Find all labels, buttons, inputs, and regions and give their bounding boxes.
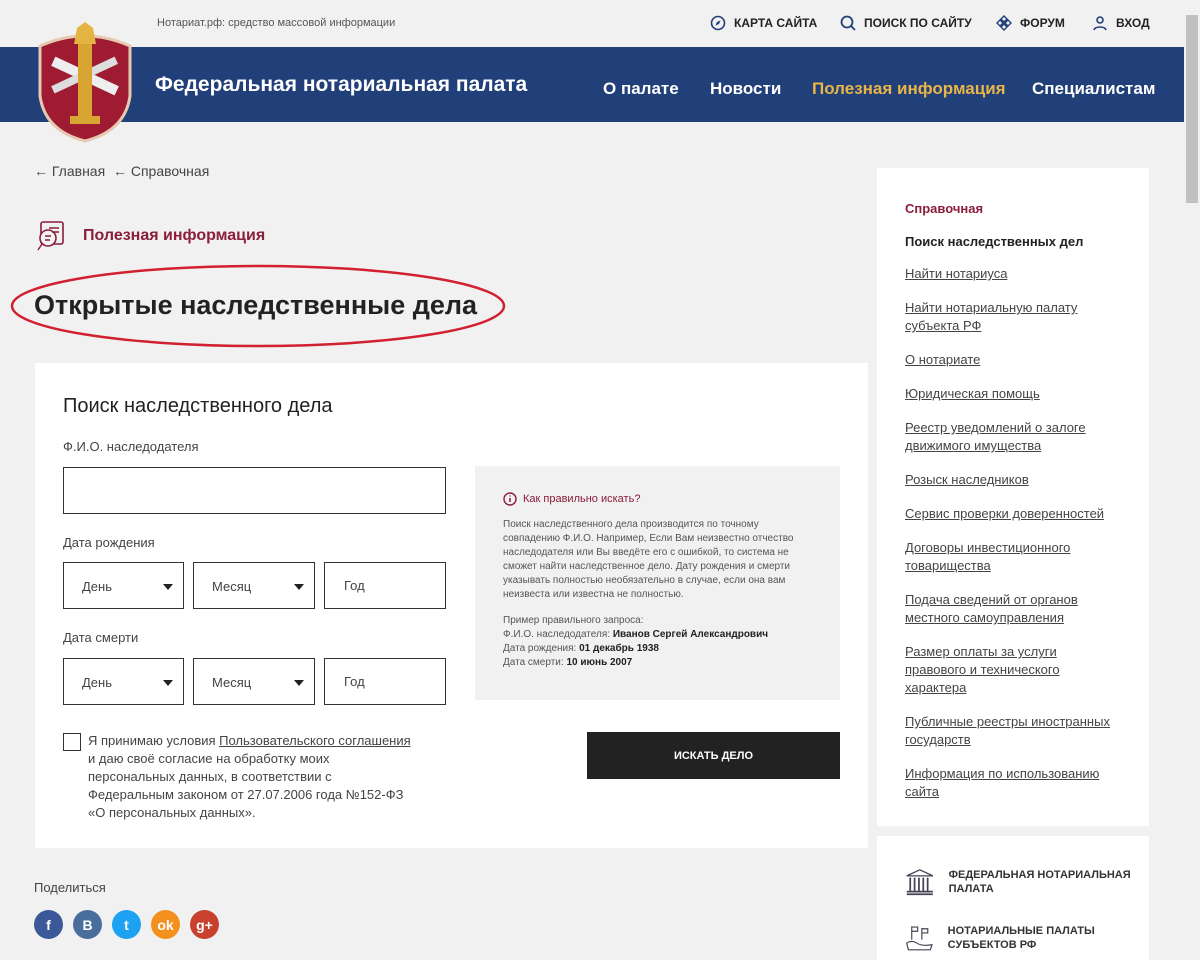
sidebar-heading[interactable]: Справочная — [905, 201, 1121, 216]
sidebar-link[interactable]: Розыск наследников — [905, 471, 1121, 489]
sidebar-link[interactable]: Найти нотариуса — [905, 265, 1121, 283]
sidebar-reference: Справочная Поиск наследственных дел Найт… — [877, 168, 1149, 826]
federal-chamber-label: ФЕДЕРАЛЬНАЯ НОТАРИАЛЬНАЯ ПАЛАТА — [948, 869, 1131, 895]
forum-link[interactable]: ФОРУМ — [996, 15, 1065, 31]
death-day-select[interactable]: День — [63, 658, 184, 705]
breadcrumb-reference[interactable]: Справочная — [131, 163, 209, 179]
user-icon — [1093, 16, 1107, 31]
agree-post: и даю своё согласие на обработку моих пе… — [88, 751, 404, 820]
breadcrumb-home[interactable]: Главная — [52, 163, 105, 179]
nav-useful-info[interactable]: Полезная информация — [812, 79, 1006, 99]
site-title[interactable]: Федеральная нотариальная палата — [155, 73, 527, 97]
name-label: Ф.И.О. наследодателя — [63, 439, 199, 454]
death-month-select[interactable]: Месяц — [193, 658, 315, 705]
breadcrumb: ← Главная ← Справочная — [34, 163, 209, 179]
nav-about[interactable]: О палате — [603, 79, 679, 99]
sidebar-current: Поиск наследственных дел — [905, 234, 1084, 249]
sitemap-link[interactable]: КАРТА САЙТА — [710, 15, 817, 31]
hint-text: Поиск наследственного дела производится … — [503, 519, 794, 600]
compass-icon — [710, 15, 726, 31]
user-agreement-link[interactable]: Пользовательского соглашения — [219, 733, 411, 748]
sidebar-link[interactable]: Реестр уведомлений о залоге движимого им… — [905, 419, 1121, 455]
example-death-label: Дата смерти: — [503, 657, 567, 668]
search-case-button[interactable]: ИСКАТЬ ДЕЛО — [587, 732, 840, 779]
birth-year-input[interactable]: Год — [324, 562, 446, 609]
example-title: Пример правильного запроса: — [503, 615, 644, 626]
agree-pre: Я принимаю условия — [88, 733, 220, 748]
section-label: Полезная информация — [83, 227, 266, 244]
sidebar-chambers: ФЕДЕРАЛЬНАЯ НОТАРИАЛЬНАЯ ПАЛАТА НОТАРИАЛ… — [877, 836, 1149, 960]
example-name: Иванов Сергей Александрович — [612, 629, 769, 640]
sidebar-link[interactable]: Найти нотариальную палату субъекта РФ — [905, 299, 1121, 335]
search-hint-box: Как правильно искать? Поиск наследственн… — [475, 466, 840, 700]
search-form-card: Поиск наследственного дела Ф.И.О. наслед… — [35, 363, 868, 848]
sidebar-link[interactable]: Публичные реестры иностранных государств — [905, 713, 1121, 749]
vkontakte-share-icon[interactable]: В — [73, 910, 102, 939]
page-title: Открытые наследственные дела — [34, 290, 478, 320]
scrollbar-thumb[interactable] — [1186, 15, 1198, 203]
sidebar-link[interactable]: О нотариате — [905, 351, 1121, 369]
example-death: 10 июнь 2007 — [566, 657, 633, 668]
birth-date-label: Дата рождения — [63, 535, 155, 550]
building-columns-icon — [906, 869, 934, 896]
facebook-share-icon[interactable]: f — [34, 910, 63, 939]
sidebar-link[interactable]: Юридическая помощь — [905, 385, 1121, 403]
sidebar-link[interactable]: Информация по использованию сайта — [905, 765, 1121, 801]
odnoklassniki-share-icon[interactable]: ok — [151, 910, 180, 939]
birth-month-select[interactable]: Месяц — [193, 562, 315, 609]
arrow-left-icon: ← — [34, 163, 48, 179]
login-link[interactable]: ВХОД — [1092, 15, 1150, 31]
name-input[interactable] — [63, 467, 446, 514]
agree-text: Я принимаю условия Пользовательского сог… — [88, 732, 418, 822]
regional-chambers-label: НОТАРИАЛЬНЫЕ ПАЛАТЫ СУБЪЕКТОВ РФ — [947, 925, 1095, 951]
info-icon — [503, 492, 517, 506]
sidebar-link[interactable]: Подача сведений от органов местного само… — [905, 591, 1121, 627]
form-title: Поиск наследственного дела — [63, 395, 333, 417]
death-date-label: Дата смерти — [63, 630, 139, 645]
agree-checkbox[interactable] — [63, 733, 81, 751]
arrow-left-icon: ← — [109, 163, 127, 179]
nav-specialists[interactable]: Специалистам — [1032, 79, 1155, 99]
notary-emblem-logo[interactable] — [30, 16, 140, 148]
death-year-input[interactable]: Год — [324, 658, 446, 705]
sidebar-link[interactable]: Договоры инвестиционного товарищества — [905, 539, 1121, 575]
forum-icon — [996, 15, 1012, 31]
federal-chamber-link[interactable]: ФЕДЕРАЛЬНАЯ НОТАРИАЛЬНАЯ ПАЛАТА — [905, 866, 1149, 898]
example-birth: 01 декабрь 1938 — [579, 643, 659, 654]
site-search-link[interactable]: ПОИСК ПО САЙТУ — [840, 15, 972, 31]
birth-day-select[interactable]: День — [63, 562, 184, 609]
twitter-share-icon[interactable]: t — [112, 910, 141, 939]
search-icon — [840, 15, 856, 31]
nav-news[interactable]: Новости — [710, 79, 781, 99]
regional-chambers-link[interactable]: НОТАРИАЛЬНЫЕ ПАЛАТЫ СУБЪЕКТОВ РФ — [905, 922, 1149, 954]
document-chat-icon — [37, 221, 64, 251]
example-name-label: Ф.И.О. наследодателя: — [503, 629, 613, 640]
sidebar-link[interactable]: Сервис проверки доверенностей — [905, 505, 1121, 523]
google-plus-share-icon[interactable]: g+ — [190, 910, 219, 939]
example-birth-label: Дата рождения: — [503, 643, 580, 654]
tagline: Нотариат.рф: средство массовой информаци… — [157, 17, 396, 29]
hint-title: Как правильно искать? — [523, 493, 641, 505]
sidebar-link[interactable]: Размер оплаты за услуги правового и техн… — [905, 643, 1121, 697]
share-label: Поделиться — [34, 880, 106, 895]
map-flags-icon — [906, 926, 933, 951]
